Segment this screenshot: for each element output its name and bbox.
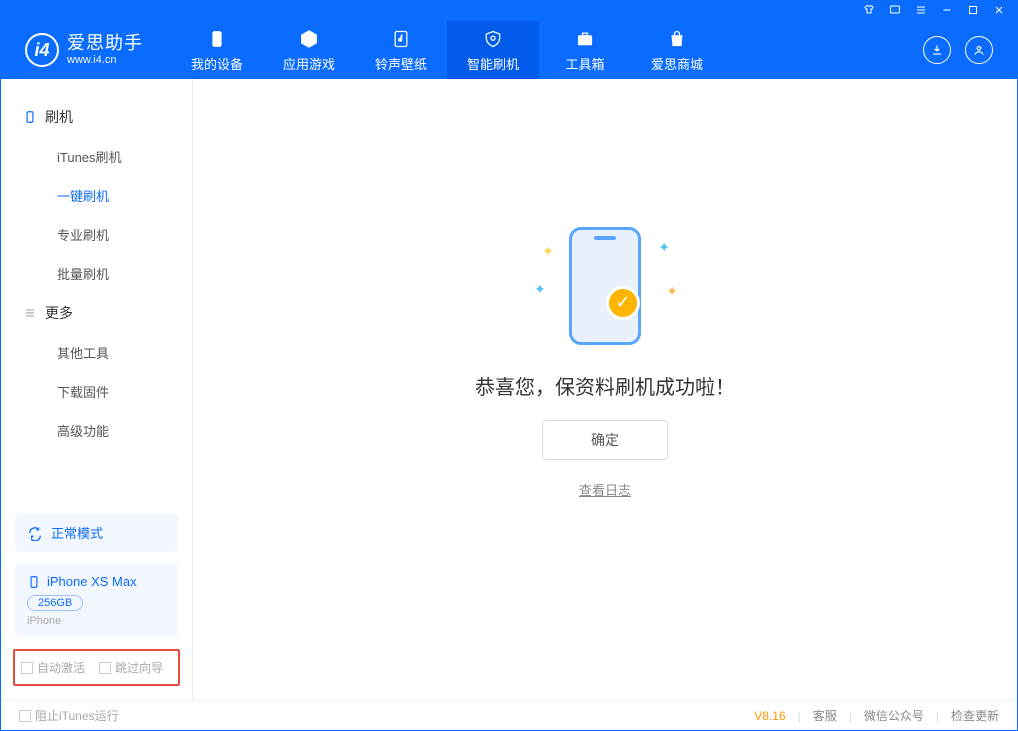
device-box[interactable]: iPhone XS Max 256GB iPhone xyxy=(15,564,178,637)
sparkle-icon: ✦ xyxy=(666,283,678,300)
shield-icon xyxy=(482,28,504,50)
sidebar-item-pro-flash[interactable]: 专业刷机 xyxy=(1,215,192,254)
device-type-label: iPhone xyxy=(27,615,166,627)
toolbox-icon xyxy=(574,28,596,50)
footer-link-service[interactable]: 客服 xyxy=(813,707,837,724)
sidebar-item-oneclick-flash[interactable]: 一键刷机 xyxy=(1,176,192,215)
sidebar-group-label: 更多 xyxy=(45,303,73,323)
maximize-icon[interactable] xyxy=(967,4,979,19)
phone-icon xyxy=(27,575,41,589)
mode-label: 正常模式 xyxy=(51,523,103,542)
download-icon[interactable] xyxy=(923,36,951,64)
sidebar-item-batch-flash[interactable]: 批量刷机 xyxy=(1,254,192,293)
sidebar-item-itunes-flash[interactable]: iTunes刷机 xyxy=(1,137,192,176)
sidebar-item-download-firmware[interactable]: 下载固件 xyxy=(1,372,192,411)
check-badge-icon: ✓ xyxy=(606,286,640,320)
tab-label: 应用游戏 xyxy=(283,54,335,73)
sidebar: 刷机 iTunes刷机 一键刷机 专业刷机 批量刷机 更多 其他工具 下载固件 … xyxy=(1,79,193,700)
logo-icon: i4 xyxy=(25,33,59,67)
skin-icon[interactable] xyxy=(863,4,875,19)
version-label: V8.16 xyxy=(754,709,785,723)
header: i4 爱思助手 www.i4.cn 我的设备 应用游戏 铃声壁纸 智能刷机 工具… xyxy=(1,21,1017,79)
device-name-label: iPhone XS Max xyxy=(47,574,137,589)
close-icon[interactable] xyxy=(993,4,1005,19)
tab-apps-games[interactable]: 应用游戏 xyxy=(263,21,355,79)
tab-label: 工具箱 xyxy=(565,54,604,73)
logo[interactable]: i4 爱思助手 www.i4.cn xyxy=(1,33,171,67)
main-tabs: 我的设备 应用游戏 铃声壁纸 智能刷机 工具箱 爱思商城 xyxy=(171,21,723,79)
footer-link-update[interactable]: 检查更新 xyxy=(951,707,999,724)
user-icon[interactable] xyxy=(965,36,993,64)
mode-box[interactable]: 正常模式 xyxy=(15,513,178,552)
music-icon xyxy=(390,28,412,50)
sparkle-icon: ✦ xyxy=(542,243,554,260)
tab-store[interactable]: 爱思商城 xyxy=(631,21,723,79)
tab-my-device[interactable]: 我的设备 xyxy=(171,21,263,79)
minimize-icon[interactable] xyxy=(941,4,953,19)
tab-label: 爱思商城 xyxy=(651,54,703,73)
device-icon xyxy=(206,28,228,50)
footer-link-wechat[interactable]: 微信公众号 xyxy=(864,707,924,724)
bag-icon xyxy=(666,28,688,50)
main-content: ✦ ✦ ✦ ✦ ✓ 恭喜您，保资料刷机成功啦！ 确定 查看日志 xyxy=(193,79,1017,700)
tab-label: 智能刷机 xyxy=(467,54,519,73)
list-icon xyxy=(23,306,37,320)
menu-icon[interactable] xyxy=(915,4,927,19)
checkbox-auto-activate[interactable]: 自动激活 xyxy=(21,659,85,676)
ok-button[interactable]: 确定 xyxy=(542,420,668,460)
sparkle-icon: ✦ xyxy=(534,281,546,298)
sidebar-item-advanced[interactable]: 高级功能 xyxy=(1,411,192,450)
success-illustration: ✦ ✦ ✦ ✦ ✓ xyxy=(530,221,680,351)
tab-label: 我的设备 xyxy=(191,54,243,73)
device-storage-badge: 256GB xyxy=(27,595,83,611)
tab-ringtone-wallpaper[interactable]: 铃声壁纸 xyxy=(355,21,447,79)
sparkle-icon: ✦ xyxy=(658,239,670,256)
feedback-icon[interactable] xyxy=(889,4,901,19)
checkbox-label: 自动激活 xyxy=(37,659,85,676)
checkbox-label: 跳过向导 xyxy=(115,659,163,676)
tab-label: 铃声壁纸 xyxy=(375,54,427,73)
success-message: 恭喜您，保资料刷机成功啦！ xyxy=(475,371,735,400)
sidebar-group-flash: 刷机 xyxy=(1,97,192,137)
options-row: 自动激活 跳过向导 xyxy=(13,649,180,686)
sidebar-group-label: 刷机 xyxy=(45,107,73,127)
refresh-icon xyxy=(27,525,43,541)
cube-icon xyxy=(298,28,320,50)
titlebar xyxy=(1,1,1017,21)
sidebar-group-more: 更多 xyxy=(1,293,192,333)
tab-smart-flash[interactable]: 智能刷机 xyxy=(447,21,539,79)
app-url: www.i4.cn xyxy=(67,54,143,66)
tab-toolbox[interactable]: 工具箱 xyxy=(539,21,631,79)
checkbox-block-itunes[interactable]: 阻止iTunes运行 xyxy=(19,707,119,724)
footer: 阻止iTunes运行 V8.16 | 客服 | 微信公众号 | 检查更新 xyxy=(1,700,1017,730)
view-log-link[interactable]: 查看日志 xyxy=(579,480,631,499)
checkbox-skip-guide[interactable]: 跳过向导 xyxy=(99,659,163,676)
phone-graphic: ✓ xyxy=(569,227,641,345)
phone-icon xyxy=(23,110,37,124)
checkbox-label: 阻止iTunes运行 xyxy=(35,707,119,724)
app-name: 爱思助手 xyxy=(67,34,143,54)
sidebar-item-other-tools[interactable]: 其他工具 xyxy=(1,333,192,372)
